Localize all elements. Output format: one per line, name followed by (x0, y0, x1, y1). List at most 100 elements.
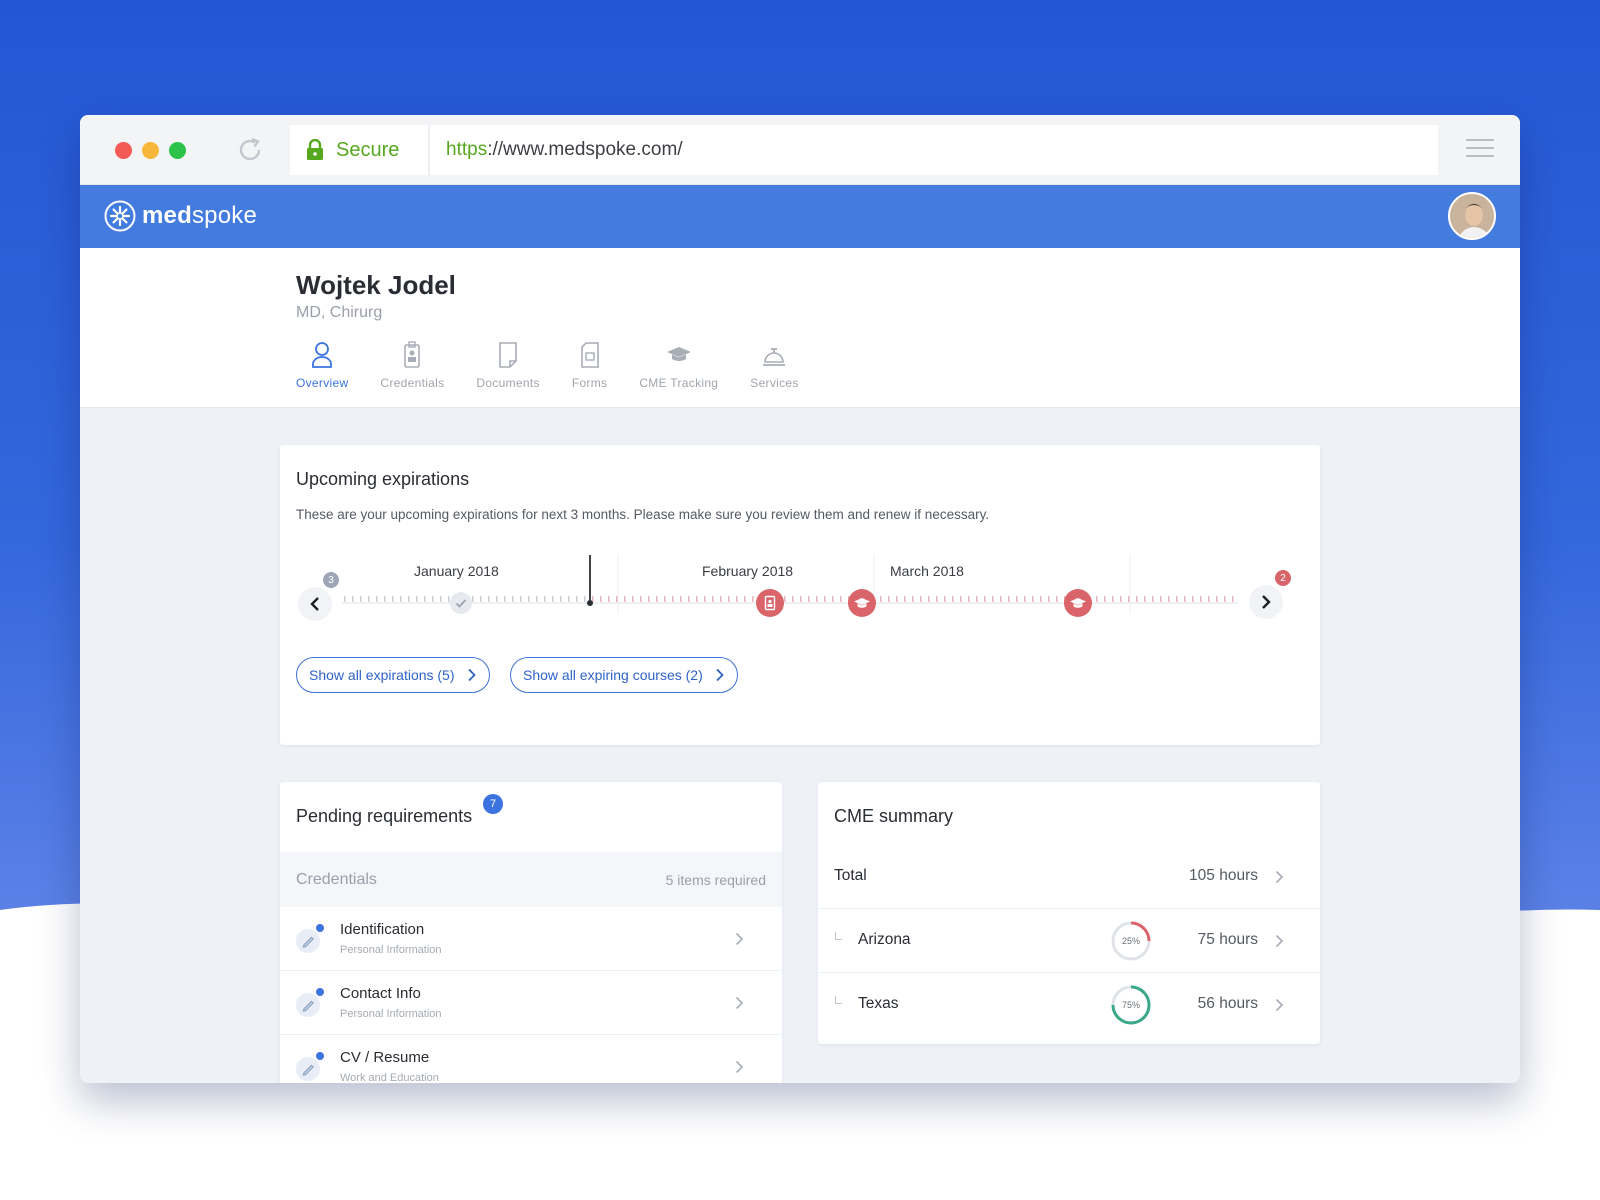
user-name: Wojtek Jodel (296, 270, 456, 300)
timeline-track (342, 555, 1238, 613)
timeline-prev-badge: 3 (322, 571, 340, 589)
unread-dot (316, 988, 324, 996)
requirement-name: CV / Resume (340, 1049, 430, 1066)
app-header: medspoke (80, 185, 1520, 248)
upcoming-expirations-card: Upcoming expirations These are your upco… (280, 445, 1320, 745)
url-text[interactable]: https://www.medspoke.com/ (430, 139, 683, 161)
chevron-right-icon (716, 668, 724, 682)
url-protocol: https (446, 139, 488, 160)
chevron-right-icon (735, 996, 744, 1010)
show-expiring-courses-button[interactable]: Show all expiring courses (2) (510, 657, 738, 693)
secure-label: Secure (336, 138, 400, 161)
logo-text-prefix: med (142, 202, 192, 229)
chevron-right-icon (1275, 870, 1284, 884)
progress-ring: 75% (1111, 985, 1151, 1025)
medspoke-logo[interactable]: medspoke (104, 200, 257, 232)
timeline-next-button[interactable] (1249, 585, 1283, 619)
id-badge-icon (404, 341, 421, 368)
cme-state-name: Arizona (858, 931, 911, 948)
graduation-cap-icon (854, 598, 870, 608)
id-badge-icon (764, 595, 776, 611)
pencil-icon (296, 929, 320, 953)
expirations-title: Upcoming expirations (296, 469, 470, 489)
document-icon (499, 342, 517, 368)
address-bar[interactable]: Secure https://www.medspoke.com/ (290, 125, 1438, 175)
form-icon (580, 342, 599, 368)
show-all-expirations-button[interactable]: Show all expirations (5) (296, 657, 490, 693)
tab-credentials[interactable]: Credentials (364, 340, 460, 390)
close-window-button[interactable] (115, 142, 132, 159)
cme-state-hours: 56 hours (1197, 995, 1258, 1012)
pencil-icon (296, 993, 320, 1017)
cme-state-row-arizona[interactable]: Arizona 25% 75 hours (818, 909, 1320, 973)
cme-total-hours: 105 hours (1189, 867, 1258, 884)
cme-total-row[interactable]: Total 105 hours (818, 845, 1320, 909)
chevron-right-icon (1275, 934, 1284, 948)
browser-chrome: Secure https://www.medspoke.com/ (80, 115, 1520, 185)
tab-services[interactable]: Services (734, 340, 814, 390)
credentials-section-header[interactable]: Credentials 5 items required (280, 852, 782, 907)
pending-requirements-badge: 7 (483, 794, 503, 814)
section-count: 5 items required (665, 871, 766, 888)
hamburger-menu-icon[interactable] (1466, 139, 1494, 159)
show-all-expirations-label: Show all expirations (5) (309, 667, 455, 683)
timeline-course-marker[interactable] (848, 589, 876, 617)
cme-summary-title: CME summary (834, 806, 954, 826)
tab-forms[interactable]: Forms (556, 340, 624, 390)
pending-requirements-title: Pending requirements (296, 806, 473, 826)
tab-cme-tracking-label: CME Tracking (639, 376, 719, 390)
timeline-credential-marker[interactable] (756, 589, 784, 617)
secure-indicator: Secure (290, 125, 430, 175)
logo-text: medspoke (142, 202, 257, 230)
tab-overview[interactable]: Overview (280, 340, 364, 390)
url-rest: ://www.medspoke.com/ (487, 139, 683, 160)
chevron-right-icon (735, 932, 744, 946)
tree-elbow-icon (835, 996, 842, 1004)
tab-credentials-label: Credentials (380, 376, 445, 390)
user-subtitle: MD, Chirurg (296, 304, 383, 321)
progress-ring-label: 25% (1122, 936, 1140, 946)
chevron-right-icon (467, 668, 476, 682)
requirement-item-identification[interactable]: Identification Personal Information (280, 907, 782, 971)
expirations-description: These are your upcoming expirations for … (296, 507, 990, 522)
cme-summary-card: CME summary Total 105 hours Arizona 25% … (818, 782, 1320, 1044)
timeline-next-badge: 2 (1274, 569, 1292, 587)
unread-dot (316, 924, 324, 932)
chevron-left-icon (310, 597, 319, 611)
requirement-category: Personal Information (340, 1008, 442, 1020)
progress-ring-label: 75% (1122, 1000, 1140, 1010)
requirement-item-contact-info[interactable]: Contact Info Personal Information (280, 971, 782, 1035)
chevron-right-icon (1275, 998, 1284, 1012)
cme-state-row-texas[interactable]: Texas 75% 56 hours (818, 973, 1320, 1037)
timeline-prev-button[interactable] (298, 587, 332, 621)
lock-icon (307, 139, 323, 160)
browser-window: Secure https://www.medspoke.com/ medspok… (80, 115, 1520, 1083)
unread-dot (316, 1052, 324, 1060)
reload-icon[interactable] (235, 135, 265, 165)
cme-total-label: Total (834, 867, 867, 884)
pencil-icon (296, 1057, 320, 1081)
timeline-course-marker[interactable] (1064, 589, 1092, 617)
requirement-name: Contact Info (340, 985, 421, 1002)
user-avatar[interactable] (1448, 192, 1496, 240)
tab-cme-tracking[interactable]: CME Tracking (623, 340, 734, 390)
progress-ring: 25% (1111, 921, 1151, 961)
tree-elbow-icon (835, 932, 842, 940)
logo-asterisk-icon (104, 200, 136, 232)
minimize-window-button[interactable] (142, 142, 159, 159)
checkmark-icon (455, 599, 467, 608)
timeline-completed-marker[interactable] (450, 592, 472, 614)
expirations-timeline: January 2018 February 2018 March 2018 3 … (296, 553, 1304, 633)
pending-requirements-card: Pending requirements 7 Credentials 5 ite… (280, 782, 782, 1083)
tab-services-label: Services (750, 376, 799, 390)
section-name: Credentials (296, 870, 377, 888)
service-bell-icon (763, 348, 786, 366)
logo-text-suffix: spoke (191, 202, 257, 229)
tab-documents[interactable]: Documents (460, 340, 555, 390)
tab-documents-label: Documents (476, 376, 540, 390)
maximize-window-button[interactable] (169, 142, 186, 159)
requirement-item-cv-resume[interactable]: CV / Resume Work and Education (280, 1035, 782, 1083)
requirement-category: Personal Information (340, 944, 442, 956)
person-icon (312, 342, 333, 368)
tab-forms-label: Forms (571, 376, 608, 390)
